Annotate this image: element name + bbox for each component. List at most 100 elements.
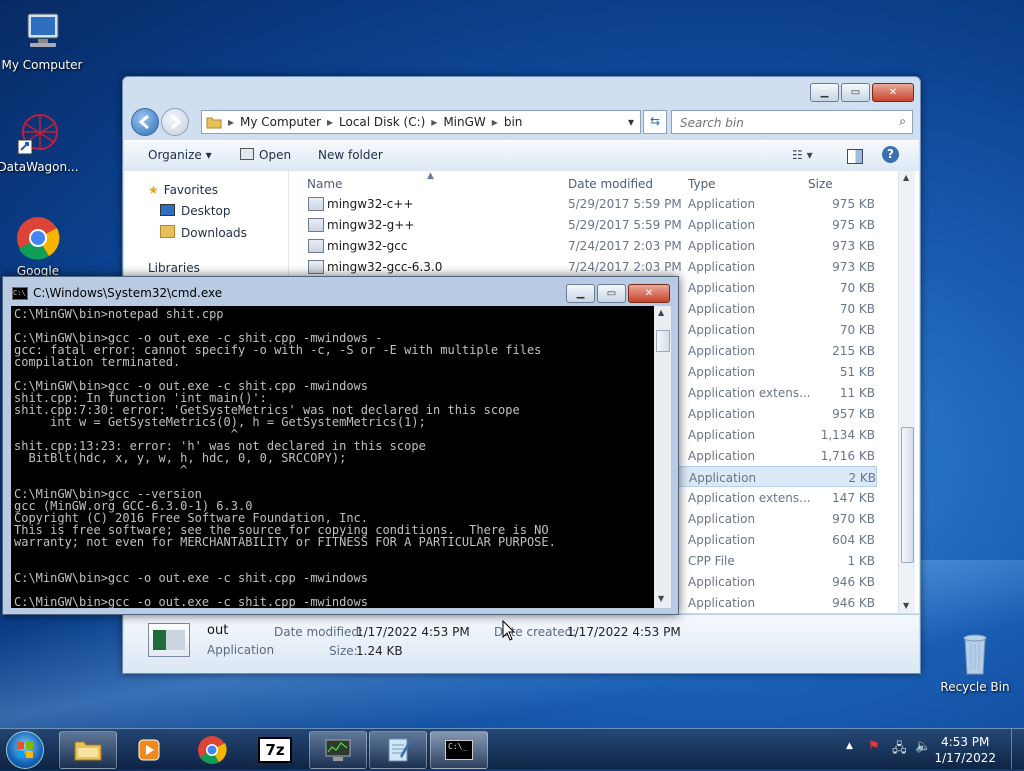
- desktop-icon: [160, 204, 175, 216]
- new-folder-button[interactable]: New folder: [318, 148, 383, 162]
- address-bar[interactable]: ▸ My Computer ▸ Local Disk (C:) ▸ MinGW …: [201, 110, 641, 134]
- taskbar-chrome[interactable]: [183, 731, 241, 769]
- clock[interactable]: 4:53 PM 1/17/2022: [934, 734, 996, 766]
- 7zip-icon: 7z: [258, 737, 292, 763]
- scrollbar-thumb[interactable]: [656, 330, 670, 352]
- organize-button[interactable]: Organize ▾: [148, 148, 212, 162]
- column-header-type[interactable]: Type: [688, 177, 716, 191]
- close-button[interactable]: ✕: [872, 83, 914, 102]
- scroll-up-icon[interactable]: ▲: [658, 308, 664, 317]
- file-name: mingw32-gcc: [327, 239, 408, 253]
- file-type: Application: [688, 512, 756, 526]
- file-type: Application: [688, 323, 756, 337]
- desktop-icon-label: DataWagon...: [0, 160, 79, 174]
- taskbar-notepad[interactable]: [369, 731, 427, 769]
- start-button[interactable]: [6, 731, 44, 769]
- preview-pane-icon[interactable]: [847, 149, 863, 164]
- taskbar-7zip[interactable]: 7z: [246, 731, 304, 769]
- media-player-icon: [138, 739, 160, 761]
- table-row[interactable]: mingw32-gcc 7/24/2017 2:03 PM Application 9…: [305, 235, 877, 256]
- file-name: mingw32-g++: [327, 218, 415, 232]
- scroll-down-icon[interactable]: ▼: [658, 594, 664, 603]
- file-size: 2 KB: [848, 471, 876, 485]
- breadcrumb-mingw[interactable]: MinGW: [443, 115, 485, 129]
- volume-icon[interactable]: 🔈: [915, 739, 931, 754]
- cmd-close-button[interactable]: ✕: [628, 284, 670, 303]
- column-header-name[interactable]: Name: [307, 177, 342, 191]
- clock-date: 1/17/2022: [934, 751, 996, 765]
- command-bar: Organize ▾ Open New folder ☷ ▾ ?: [124, 140, 919, 172]
- details-type: Application: [207, 643, 275, 657]
- desktop-icon-datawagon[interactable]: DataWagon...: [0, 112, 80, 174]
- action-center-flag-icon[interactable]: ⚑: [868, 739, 880, 754]
- show-hidden-icons-icon[interactable]: ▲: [846, 741, 853, 751]
- maximize-button[interactable]: ▭: [841, 83, 870, 102]
- windows-logo-icon: [17, 742, 33, 758]
- file-type: Application: [688, 260, 756, 274]
- minimize-button[interactable]: ▁: [810, 83, 839, 102]
- desktop-icon-my-computer[interactable]: My Computer: [0, 10, 84, 72]
- column-header-date[interactable]: Date modified: [568, 177, 653, 191]
- desktop-icon-recycle-bin[interactable]: Recycle Bin: [933, 632, 1017, 694]
- scrollbar-thumb[interactable]: [901, 427, 914, 563]
- file-type: Application: [689, 471, 757, 485]
- console-output[interactable]: C:\MinGW\bin>notepad shit.cpp C:\MinGW\b…: [11, 306, 654, 608]
- details-modified-label: Date modified:: [274, 625, 364, 639]
- back-button[interactable]: [131, 108, 159, 136]
- folder-icon: [74, 741, 102, 761]
- breadcrumb-my-computer[interactable]: My Computer: [240, 115, 321, 129]
- table-row[interactable]: mingw32-g++ 5/29/2017 5:59 PM Application 9…: [305, 214, 877, 235]
- clock-time: 4:53 PM: [941, 735, 990, 749]
- nav-favorites[interactable]: ★ Favorites: [148, 183, 218, 197]
- file-size: 973 KB: [832, 260, 875, 274]
- cmd-minimize-button[interactable]: ▁: [566, 284, 595, 303]
- cmd-title: C:\Windows\System32\cmd.exe: [33, 286, 223, 300]
- table-row[interactable]: mingw32-c++ 5/29/2017 5:59 PM Application 9…: [305, 193, 877, 214]
- cmd-maximize-button[interactable]: ▭: [597, 284, 626, 303]
- chevron-down-icon[interactable]: ▾: [628, 115, 634, 129]
- taskbar-explorer[interactable]: [59, 731, 117, 769]
- folder-icon: [206, 117, 222, 129]
- file-size: 70 KB: [839, 281, 875, 295]
- table-row[interactable]: mingw32-gcc-6.3.0 7/24/2017 2:03 PM Applic…: [305, 256, 877, 277]
- column-header-size[interactable]: Size: [808, 177, 833, 191]
- nav-libraries[interactable]: Libraries: [148, 261, 200, 275]
- application-file-icon: [308, 239, 324, 253]
- computer-icon: [20, 10, 64, 54]
- file-size: 11 KB: [839, 386, 875, 400]
- file-type: Application extens...: [688, 491, 811, 505]
- file-type: Application: [688, 302, 756, 316]
- file-size: 51 KB: [839, 365, 875, 379]
- file-type: Application: [688, 365, 756, 379]
- forward-button[interactable]: [161, 108, 189, 136]
- cmd-icon: C:\: [12, 287, 28, 300]
- taskbar-task-manager[interactable]: [309, 731, 367, 769]
- cmd-window[interactable]: C:\ C:\Windows\System32\cmd.exe ▁ ▭ ✕ C:…: [2, 276, 679, 615]
- breadcrumb-bin[interactable]: bin: [504, 115, 523, 129]
- nav-desktop[interactable]: Desktop: [160, 204, 231, 218]
- file-list-scrollbar[interactable]: ▲ ▼: [898, 171, 915, 613]
- open-button[interactable]: Open: [240, 148, 291, 162]
- scroll-up-icon[interactable]: ▲: [903, 173, 909, 182]
- file-type: CPP File: [688, 554, 735, 568]
- file-size: 1,716 KB: [820, 449, 875, 463]
- nav-downloads[interactable]: Downloads: [160, 225, 247, 240]
- desktop-icon-label: My Computer: [1, 58, 83, 72]
- application-icon: [148, 623, 190, 657]
- desktop-icon-google[interactable]: Google: [0, 216, 80, 278]
- show-desktop-button[interactable]: [1011, 729, 1024, 769]
- refresh-button[interactable]: ⇆: [643, 110, 667, 134]
- view-options-icon[interactable]: ☷ ▾: [792, 148, 813, 162]
- breadcrumb-local-disk[interactable]: Local Disk (C:): [339, 115, 425, 129]
- search-input[interactable]: [678, 113, 882, 133]
- file-type: Application: [688, 344, 756, 358]
- file-size: 973 KB: [832, 239, 875, 253]
- scroll-down-icon[interactable]: ▼: [903, 601, 909, 610]
- file-size: 946 KB: [832, 575, 875, 589]
- console-scrollbar[interactable]: ▲ ▼: [654, 306, 671, 608]
- taskbar-cmd[interactable]: C:\_: [430, 731, 488, 769]
- help-icon[interactable]: ?: [882, 146, 899, 163]
- network-icon[interactable]: 🖧: [892, 739, 907, 761]
- search-box[interactable]: ⌕: [671, 110, 913, 134]
- taskbar-media-player[interactable]: [120, 731, 178, 769]
